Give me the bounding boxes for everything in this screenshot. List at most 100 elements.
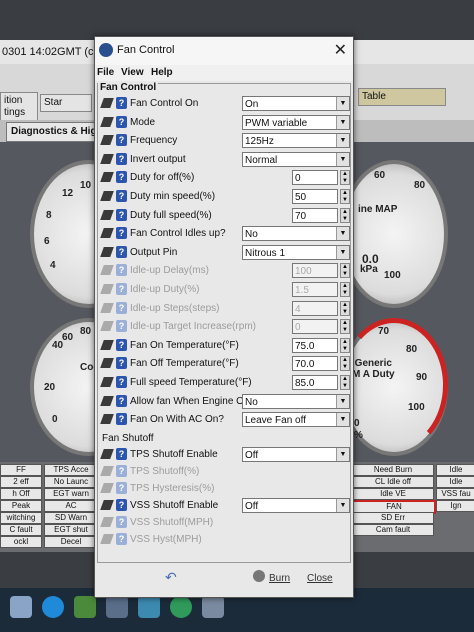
chevron-down-icon[interactable]: ▼: [336, 152, 349, 166]
setting-number-field[interactable]: 50: [292, 189, 338, 204]
chevron-down-icon[interactable]: ▼: [336, 498, 349, 512]
chrome-icon[interactable]: [170, 596, 192, 618]
help-icon[interactable]: ?: [116, 227, 127, 240]
background-start-button[interactable]: Star: [40, 94, 92, 112]
setting-row: ? Full speed Temperature(°F) 85.0 ▲ ▼: [100, 375, 350, 391]
dropdown-value: PWM variable: [245, 117, 308, 129]
help-icon[interactable]: ?: [116, 338, 127, 351]
help-icon[interactable]: ?: [116, 447, 127, 460]
close-button[interactable]: Close: [307, 573, 333, 584]
setting-dropdown[interactable]: Leave Fan off ▼: [242, 412, 350, 428]
setting-number-field[interactable]: 75.0: [292, 337, 338, 353]
help-icon[interactable]: ?: [116, 152, 127, 165]
setting-number-field[interactable]: 70.0: [292, 356, 338, 372]
help-icon[interactable]: ?: [116, 283, 127, 295]
help-icon[interactable]: ?: [116, 208, 127, 221]
gauge-label: Generic M A Duty: [352, 358, 395, 380]
help-icon[interactable]: ?: [116, 357, 127, 370]
setting-dropdown[interactable]: On ▼: [242, 96, 350, 111]
help-icon[interactable]: ?: [116, 171, 127, 184]
help-icon[interactable]: ?: [116, 264, 127, 277]
setting-dropdown[interactable]: Off ▼: [242, 446, 350, 462]
help-icon[interactable]: ?: [116, 481, 127, 494]
chevron-down-icon[interactable]: ▼: [336, 394, 349, 408]
burn-button[interactable]: Burn: [269, 573, 290, 584]
setting-number-field[interactable]: 85.0: [292, 375, 338, 390]
close-icon[interactable]: ✕: [334, 40, 347, 60]
setting-label: Fan Control Idles up?: [130, 228, 226, 240]
chevron-down-icon[interactable]: ▼: [336, 413, 349, 427]
setting-row: ? Duty min speed(%) 50 ▲ ▼: [100, 189, 350, 205]
chevron-down-icon[interactable]: ▼: [336, 134, 349, 148]
edit-pencil-icon: [100, 465, 114, 476]
undo-icon[interactable]: ↶: [165, 569, 177, 586]
help-icon[interactable]: ?: [116, 413, 127, 426]
setting-label: Idle-up Target Increase(rpm): [130, 321, 256, 333]
chevron-down-icon[interactable]: ▼: [336, 447, 349, 461]
store-icon[interactable]: [74, 596, 96, 618]
setting-label: TPS Shutoff Enable: [130, 448, 218, 460]
setting-label: TPS Hysteresis(%): [130, 482, 215, 494]
setting-dropdown[interactable]: Off ▼: [242, 497, 350, 513]
setting-dropdown[interactable]: 125Hz ▼: [242, 133, 350, 149]
setting-dropdown[interactable]: No ▼: [242, 393, 350, 409]
spinner-arrows-icon[interactable]: ▲ ▼: [340, 375, 350, 390]
help-icon[interactable]: ?: [116, 245, 127, 258]
help-icon[interactable]: ?: [116, 190, 127, 202]
setting-number-field[interactable]: 0: [292, 319, 338, 335]
help-icon[interactable]: ?: [116, 498, 127, 511]
chevron-down-icon[interactable]: ▼: [336, 115, 349, 129]
help-icon[interactable]: ?: [116, 320, 127, 333]
setting-label: VSS Shutoff Enable: [130, 499, 219, 511]
spinner-arrows-icon[interactable]: ▲ ▼: [340, 170, 350, 186]
setting-number-field[interactable]: 100: [292, 263, 338, 279]
spinner-arrows-icon[interactable]: ▲ ▼: [340, 282, 350, 297]
help-icon[interactable]: ?: [116, 134, 127, 147]
status-indicator: h Off: [0, 488, 42, 500]
help-icon[interactable]: ?: [116, 376, 127, 388]
spinner-arrows-icon[interactable]: ▲ ▼: [340, 337, 350, 353]
setting-dropdown[interactable]: PWM variable ▼: [242, 114, 350, 130]
tunerstudio-icon[interactable]: [202, 596, 224, 618]
background-table-button[interactable]: Table: [358, 88, 446, 106]
help-icon[interactable]: ?: [116, 394, 127, 407]
status-indicator: Idle: [436, 464, 474, 476]
setting-dropdown[interactable]: Normal ▼: [242, 151, 350, 167]
setting-number-field[interactable]: 1.5: [292, 282, 338, 297]
dialog-titlebar[interactable]: Fan Control ✕: [95, 37, 353, 66]
tab-diagnostics[interactable]: Diagnostics & High: [6, 122, 108, 142]
edit-pencil-icon: [100, 358, 114, 369]
edit-pencil-icon: [100, 116, 114, 127]
menu-view[interactable]: View: [121, 67, 144, 78]
setting-number-field[interactable]: 70: [292, 207, 338, 223]
help-icon[interactable]: ?: [116, 532, 127, 545]
app-icon[interactable]: [106, 596, 128, 618]
help-icon[interactable]: ?: [116, 464, 127, 477]
gauge-tick: 8: [46, 210, 52, 221]
help-icon[interactable]: ?: [116, 301, 127, 314]
status-indicator: AC: [44, 500, 98, 512]
setting-dropdown[interactable]: Nitrous 1 ▼: [242, 244, 350, 260]
help-icon[interactable]: ?: [116, 515, 127, 528]
help-icon[interactable]: ?: [116, 115, 127, 128]
help-icon[interactable]: ?: [116, 97, 127, 109]
menu-file[interactable]: File: [97, 67, 114, 78]
spinner-arrows-icon[interactable]: ▲ ▼: [340, 319, 350, 335]
chevron-down-icon[interactable]: ▼: [336, 97, 349, 110]
status-indicator: CL Idle off: [352, 476, 434, 488]
chevron-down-icon[interactable]: ▼: [336, 227, 349, 241]
setting-dropdown[interactable]: No ▼: [242, 226, 350, 242]
setting-number-field[interactable]: 0: [292, 170, 338, 186]
spinner-arrows-icon[interactable]: ▲ ▼: [340, 300, 350, 316]
spinner-arrows-icon[interactable]: ▲ ▼: [340, 356, 350, 372]
camera-icon[interactable]: [138, 596, 160, 618]
chevron-down-icon[interactable]: ▼: [336, 245, 349, 259]
spinner-arrows-icon[interactable]: ▲ ▼: [340, 207, 350, 223]
edge-browser-icon[interactable]: [42, 596, 64, 618]
setting-number-field[interactable]: 4: [292, 300, 338, 316]
file-explorer-icon[interactable]: [10, 596, 32, 618]
menu-help[interactable]: Help: [151, 67, 173, 78]
background-settings-button[interactable]: ition tings: [0, 92, 38, 122]
spinner-arrows-icon[interactable]: ▲ ▼: [340, 189, 350, 204]
spinner-arrows-icon[interactable]: ▲ ▼: [340, 263, 350, 279]
